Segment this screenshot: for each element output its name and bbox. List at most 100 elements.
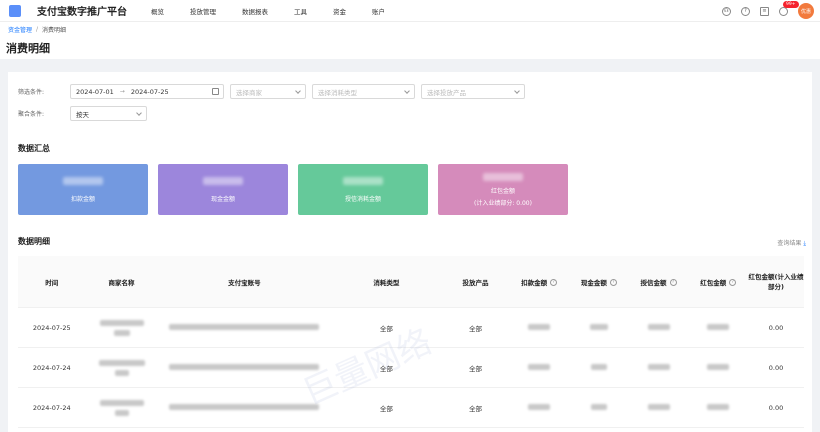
help-icon[interactable]: ? [729,279,737,286]
cell-merchant [85,359,157,376]
col-redpacket: 红包金额? [688,277,748,287]
group-label: 聚合条件: [18,111,45,118]
date-range-picker[interactable]: 2024-07-01 → 2024-07-25 [70,84,224,99]
clipboard-icon[interactable]: ≡ [760,6,769,16]
cell-cash [569,363,629,372]
filter-row: 筛选条件: 2024-07-01 → 2024-07-25 选择商家 选择消耗类… [8,84,531,99]
page-title: 消费明细 [6,42,50,55]
cell-redpacket [688,363,748,372]
chevron-down-icon [404,88,410,94]
breadcrumb-current: 消费明细 [42,27,67,34]
cell-time: 2024-07-24 [32,363,71,372]
table-row: 2024-07-24 全部 全部 0.00 [18,388,804,428]
cell-product: 全部 [469,364,483,373]
cell-type: 全部 [379,364,393,373]
breadcrumb-separator: / [36,26,39,33]
redacted-value [203,176,243,185]
avatar[interactable]: 优惠 [798,3,814,19]
consume-type-placeholder: 选择消耗类型 [318,88,357,97]
export-label[interactable]: 查询结果 [777,240,801,247]
card-deduct: 扣款金额 [18,164,148,215]
breadcrumb: 资金管理 / 消费明细 [0,22,820,37]
cell-type: 全部 [379,324,393,333]
main-content: 筛选条件: 2024-07-01 → 2024-07-25 选择商家 选择消耗类… [8,72,812,432]
page-header: 消费明细 [0,37,820,59]
consume-type-select[interactable]: 选择消耗类型 [312,84,415,99]
col-credit-label: 授信金额 [640,278,667,287]
merchant-placeholder: 选择商家 [236,88,262,97]
col-time: 时间 [45,278,59,287]
cell-merchant [85,319,157,336]
help-icon[interactable]: ? [741,6,750,16]
date-start[interactable]: 2024-07-01 [76,88,114,96]
cell-credit [629,403,689,412]
col-type: 消耗类型 [373,278,400,287]
cell-type: 全部 [379,404,393,413]
cell-redpacket-perf: 0.00 [768,403,784,412]
merchant-select[interactable]: 选择商家 [230,84,306,99]
card-credit: 授信消耗金额 [298,164,428,215]
main-nav: 概览 投放管理 数据报表 工具 资金 账户 [151,6,411,16]
date-end[interactable]: 2024-07-25 [131,88,169,96]
col-account: 支付宝账号 [228,278,261,287]
nav-tools[interactable]: 工具 [294,6,307,16]
logo-icon [9,4,21,17]
nav-funds[interactable]: 资金 [333,6,346,16]
cell-account [158,403,331,412]
nav-ad-management[interactable]: 投放管理 [190,6,216,16]
card-redpacket-label: 红包金额 [490,187,515,195]
headset-icon[interactable]: ☊ [722,6,731,16]
group-select[interactable]: 按天 [70,106,147,121]
calendar-icon[interactable] [212,88,219,95]
nav-account[interactable]: 账户 [372,6,385,16]
col-redpacket-label: 红包金额 [700,278,727,287]
cell-cash [569,403,629,412]
chevron-down-icon [295,88,301,94]
help-icon[interactable]: ? [669,279,677,286]
chevron-down-icon [514,88,520,94]
help-icon[interactable]: ? [609,279,617,286]
nav-overview[interactable]: 概览 [151,6,164,16]
cell-account [158,363,331,372]
cell-deduct [509,363,569,372]
table-row: 2024-07-25 全部 全部 0.00 [18,308,804,348]
bell-icon[interactable]: 99+ [779,0,799,16]
group-row: 聚合条件: 按天 [8,106,153,121]
cell-time: 2024-07-25 [32,323,71,332]
export-link[interactable]: 查询结果 ⤓ [777,238,806,248]
summary-title: 数据汇总 [18,144,50,153]
col-cash: 现金金额? [569,277,629,287]
col-credit: 授信金额? [629,277,689,287]
cell-redpacket [688,323,748,332]
cell-redpacket [688,403,748,412]
nav-reports[interactable]: 数据报表 [242,6,268,16]
cell-cash [569,323,629,332]
cell-merchant [85,399,157,416]
brand-name: 支付宝数字推广平台 [37,7,127,18]
help-icon[interactable]: ? [550,279,558,286]
cell-deduct [509,323,569,332]
detail-title: 数据明细 [18,237,50,246]
product-select[interactable]: 选择投放产品 [421,84,525,99]
table-header: 时间 商家名称 支付宝账号 消耗类型 投放产品 扣款金额? 现金金额? 授信金额… [18,256,804,308]
col-cash-label: 现金金额 [580,278,607,287]
filter-label: 筛选条件: [18,89,45,96]
cell-product: 全部 [469,324,483,333]
arrow-icon: → [119,88,125,95]
cell-deduct [509,403,569,412]
card-redpacket: 红包金额 (计入业绩部分: 0.00) [438,164,568,215]
group-value: 按天 [76,110,89,119]
summary-cards: 扣款金额 现金金额 授信消耗金额 红包金额 (计入业绩部分: 0.00) [18,164,568,215]
breadcrumb-funds-link[interactable]: 资金管理 [8,25,32,34]
redacted-value [483,172,523,181]
download-icon[interactable]: ⤓ [803,240,806,247]
cell-redpacket-perf: 0.00 [768,363,784,372]
redacted-value [343,176,383,185]
col-deduct: 扣款金额? [509,277,569,287]
cell-credit [629,323,689,332]
col-redpacket-perf: 红包金额(计入业绩部分) [748,272,804,291]
cell-product: 全部 [469,404,483,413]
cell-time: 2024-07-24 [32,403,71,412]
card-cash: 现金金额 [158,164,288,215]
cell-account [158,323,331,332]
